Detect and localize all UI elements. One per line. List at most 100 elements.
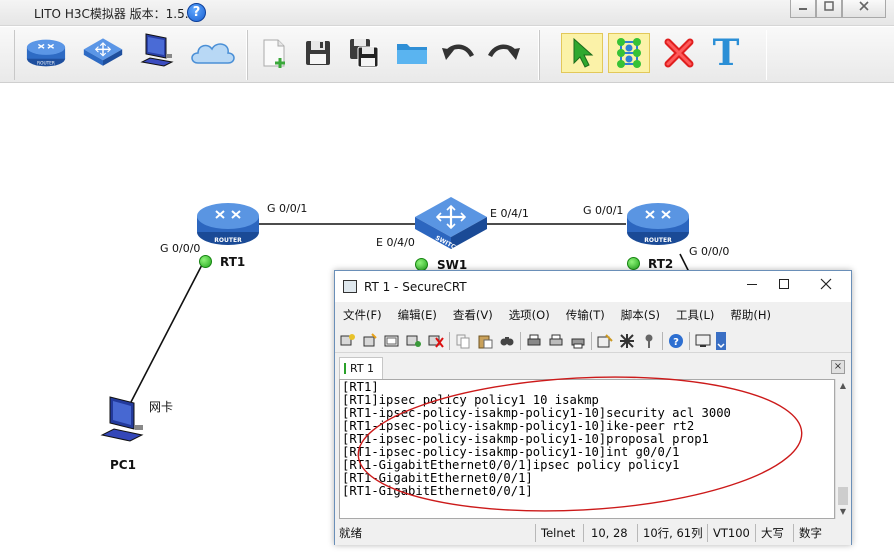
copy-icon[interactable] bbox=[454, 332, 472, 350]
app-titlebar: LITO H3C模拟器 版本：1.5.2 ? bbox=[0, 0, 894, 26]
scroll-thumb[interactable] bbox=[838, 487, 848, 505]
menu-script[interactable]: 脚本(S) bbox=[613, 304, 668, 326]
connect-icon[interactable] bbox=[339, 332, 357, 350]
global-options-icon[interactable] bbox=[618, 332, 636, 350]
status-terminal: VT100 bbox=[713, 526, 750, 540]
delete-tool-button[interactable] bbox=[658, 33, 700, 73]
find-icon[interactable] bbox=[498, 332, 516, 350]
securecrt-window[interactable]: RT 1 - SecureCRT 文件(F) 编辑(E) 查看(V) 选项(O)… bbox=[334, 270, 852, 545]
menu-help[interactable]: 帮助(H) bbox=[722, 304, 779, 326]
save-as-button[interactable] bbox=[343, 33, 385, 73]
print-icon[interactable] bbox=[525, 332, 543, 350]
pc-icon bbox=[100, 396, 144, 442]
tab-close-button[interactable]: × bbox=[831, 360, 845, 374]
status-separator bbox=[583, 524, 584, 542]
svg-text:ROUTER: ROUTER bbox=[37, 60, 55, 66]
device-rt1[interactable]: ROUTER bbox=[196, 200, 260, 252]
securecrt-menubar: 文件(F) 编辑(E) 查看(V) 选项(O) 传输(T) 脚本(S) 工具(L… bbox=[335, 304, 851, 326]
reconnect-icon[interactable] bbox=[405, 332, 423, 350]
pc1-port-nic: 网卡 bbox=[149, 400, 174, 414]
scroll-up-icon[interactable]: ▲ bbox=[838, 381, 848, 391]
tab-rt1-label: RT 1 bbox=[350, 362, 375, 375]
terminal-lines: [RT1] [RT1]ipsec policy policy1 10 isakm… bbox=[340, 380, 834, 498]
securecrt-minimize-button[interactable] bbox=[737, 277, 767, 295]
rt1-port-g000: G 0/0/0 bbox=[160, 242, 201, 255]
cloud-icon bbox=[191, 43, 235, 64]
menu-tools[interactable]: 工具(L) bbox=[668, 304, 722, 326]
pc-icon bbox=[140, 33, 174, 67]
tab-connected-marker bbox=[344, 363, 346, 374]
terminal-line: [RT1-GigabitEthernet0/0/1] bbox=[342, 484, 533, 498]
menu-options[interactable]: 选项(O) bbox=[501, 304, 558, 326]
paste-icon[interactable] bbox=[476, 332, 494, 350]
open-button[interactable] bbox=[391, 33, 433, 73]
print-setup-icon[interactable] bbox=[569, 332, 587, 350]
connect-tool-button[interactable] bbox=[608, 33, 650, 73]
device-pc1[interactable] bbox=[98, 395, 148, 453]
securecrt-titlebar[interactable]: RT 1 - SecureCRT bbox=[335, 271, 851, 302]
link-rt1-pc1[interactable] bbox=[130, 258, 206, 403]
status-cursor: 10, 28 bbox=[591, 526, 628, 540]
status-rows-cols: 10行, 61列 bbox=[643, 526, 703, 540]
securecrt-maximize-button[interactable] bbox=[769, 277, 799, 295]
securecrt-close-button[interactable] bbox=[811, 277, 841, 295]
scroll-down-icon[interactable]: ▼ bbox=[838, 507, 848, 517]
screen-icon[interactable] bbox=[694, 332, 712, 350]
toolbar-separator bbox=[449, 331, 450, 350]
redo-button[interactable] bbox=[483, 33, 525, 73]
pc1-label: PC1 bbox=[110, 458, 136, 472]
status-separator bbox=[755, 524, 756, 542]
connect-icon bbox=[617, 38, 641, 68]
session-options-icon[interactable] bbox=[596, 332, 614, 350]
router-text: ROUTER bbox=[644, 237, 672, 244]
connect-tab-icon[interactable] bbox=[383, 332, 401, 350]
app-title: LITO H3C模拟器 版本：1.5.2 bbox=[34, 7, 197, 21]
add-switch-button[interactable] bbox=[82, 33, 124, 73]
terminal-area[interactable]: [RT1] [RT1]ipsec policy policy1 10 isakm… bbox=[339, 379, 835, 519]
close-icon bbox=[859, 1, 869, 11]
quick-connect-icon[interactable] bbox=[361, 332, 379, 350]
select-pointer-icon bbox=[573, 37, 594, 68]
help-icon[interactable]: ? bbox=[187, 3, 206, 22]
undo-button[interactable] bbox=[437, 33, 479, 73]
new-file-button[interactable] bbox=[252, 33, 294, 73]
save-button[interactable] bbox=[297, 33, 339, 73]
select-tool-button[interactable] bbox=[561, 33, 603, 73]
text-tool-button[interactable]: T bbox=[705, 33, 747, 73]
delete-icon bbox=[664, 38, 694, 68]
add-cloud-button[interactable] bbox=[188, 33, 238, 73]
router-icon: ROUTER bbox=[627, 203, 689, 245]
toolbar-separator bbox=[689, 331, 690, 350]
rt2-label: RT2 bbox=[648, 257, 674, 271]
securecrt-toolbar: ? bbox=[335, 329, 851, 353]
device-rt2[interactable]: ROUTER bbox=[626, 200, 690, 252]
menu-file[interactable]: 文件(F) bbox=[335, 304, 390, 326]
keymap-icon[interactable] bbox=[640, 332, 658, 350]
status-separator bbox=[793, 524, 794, 542]
maximize-button[interactable] bbox=[816, 0, 842, 18]
switch-icon: SWITCH bbox=[415, 197, 487, 253]
router-text: ROUTER bbox=[214, 237, 242, 244]
add-pc-button[interactable] bbox=[136, 33, 178, 73]
device-sw1[interactable]: SWITCH bbox=[413, 195, 489, 255]
redo-icon bbox=[487, 44, 520, 60]
switch-icon bbox=[83, 38, 123, 66]
close-button[interactable] bbox=[842, 0, 886, 18]
rt1-label: RT1 bbox=[220, 255, 246, 269]
toolbar-overflow-icon[interactable] bbox=[716, 331, 726, 350]
disconnect-icon[interactable] bbox=[427, 332, 445, 350]
help-icon[interactable]: ? bbox=[667, 332, 685, 350]
menu-transfer[interactable]: 传输(T) bbox=[558, 304, 613, 326]
minimize-button[interactable] bbox=[790, 0, 816, 18]
toolbar-separator bbox=[520, 331, 521, 350]
print-selection-icon[interactable] bbox=[547, 332, 565, 350]
rt2-status-dot bbox=[627, 257, 640, 270]
terminal-scrollbar[interactable]: ▲ ▼ bbox=[835, 379, 849, 519]
menu-edit[interactable]: 编辑(E) bbox=[390, 304, 445, 326]
new-file-icon bbox=[263, 39, 285, 68]
menu-view[interactable]: 查看(V) bbox=[445, 304, 501, 326]
securecrt-statusbar: 就绪 Telnet 10, 28 10行, 61列 VT100 大写 数字 bbox=[335, 521, 851, 545]
add-router-button[interactable]: ROUTER bbox=[25, 33, 67, 73]
tab-rt1[interactable]: RT 1 bbox=[339, 357, 383, 379]
rt1-status-dot bbox=[199, 255, 212, 268]
